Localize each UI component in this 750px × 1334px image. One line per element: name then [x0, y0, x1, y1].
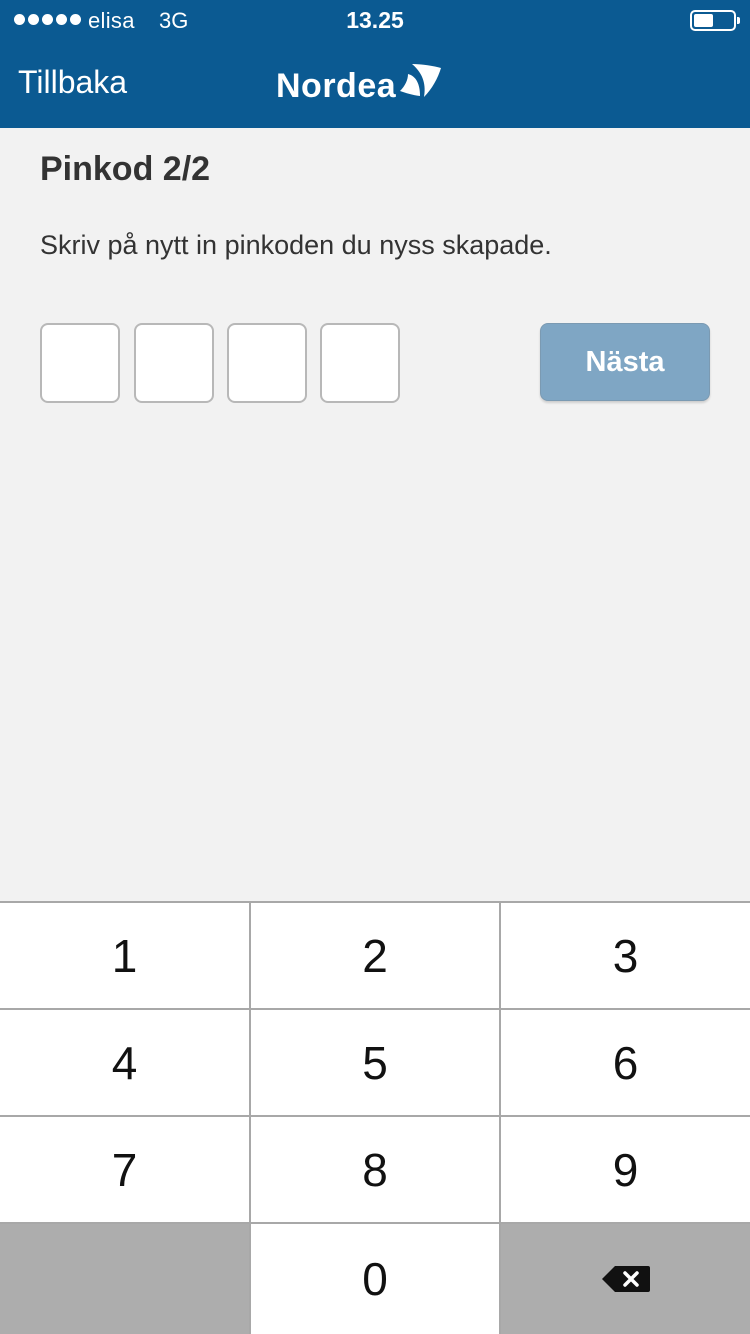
numeric-keypad: 1 2 3 4 5 6 7 8 9 0	[0, 901, 750, 1334]
pin-digit-2[interactable]	[134, 323, 214, 403]
key-4[interactable]: 4	[0, 1010, 249, 1115]
pin-digit-3[interactable]	[227, 323, 307, 403]
status-bar: elisa 3G 13.25	[0, 0, 750, 40]
key-1[interactable]: 1	[0, 903, 249, 1008]
key-7[interactable]: 7	[0, 1117, 249, 1222]
key-6[interactable]: 6	[501, 1010, 750, 1115]
battery-icon	[690, 10, 740, 31]
pin-digit-4[interactable]	[320, 323, 400, 403]
key-3[interactable]: 3	[501, 903, 750, 1008]
key-9[interactable]: 9	[501, 1117, 750, 1222]
sail-logo-icon	[400, 64, 442, 97]
key-8[interactable]: 8	[251, 1117, 499, 1222]
status-time: 13.25	[346, 7, 404, 33]
top-bar: elisa 3G 13.25 Tillbaka Nordea	[0, 0, 750, 128]
key-0[interactable]: 0	[251, 1224, 499, 1334]
page-title: Pinkod 2/2	[40, 150, 211, 188]
back-button[interactable]: Tillbaka	[18, 64, 127, 101]
key-2[interactable]: 2	[251, 903, 499, 1008]
backspace-icon	[601, 1266, 650, 1292]
key-5[interactable]: 5	[251, 1010, 499, 1115]
key-blank	[0, 1224, 249, 1334]
pin-digit-1[interactable]	[40, 323, 120, 403]
logo-text: Nordea	[276, 67, 397, 105]
delete-key[interactable]	[501, 1224, 750, 1334]
next-button[interactable]: Nästa	[540, 323, 710, 401]
instruction-text: Skriv på nytt in pinkoden du nyss skapad…	[40, 230, 552, 260]
nordea-logo: Nordea	[276, 62, 442, 106]
